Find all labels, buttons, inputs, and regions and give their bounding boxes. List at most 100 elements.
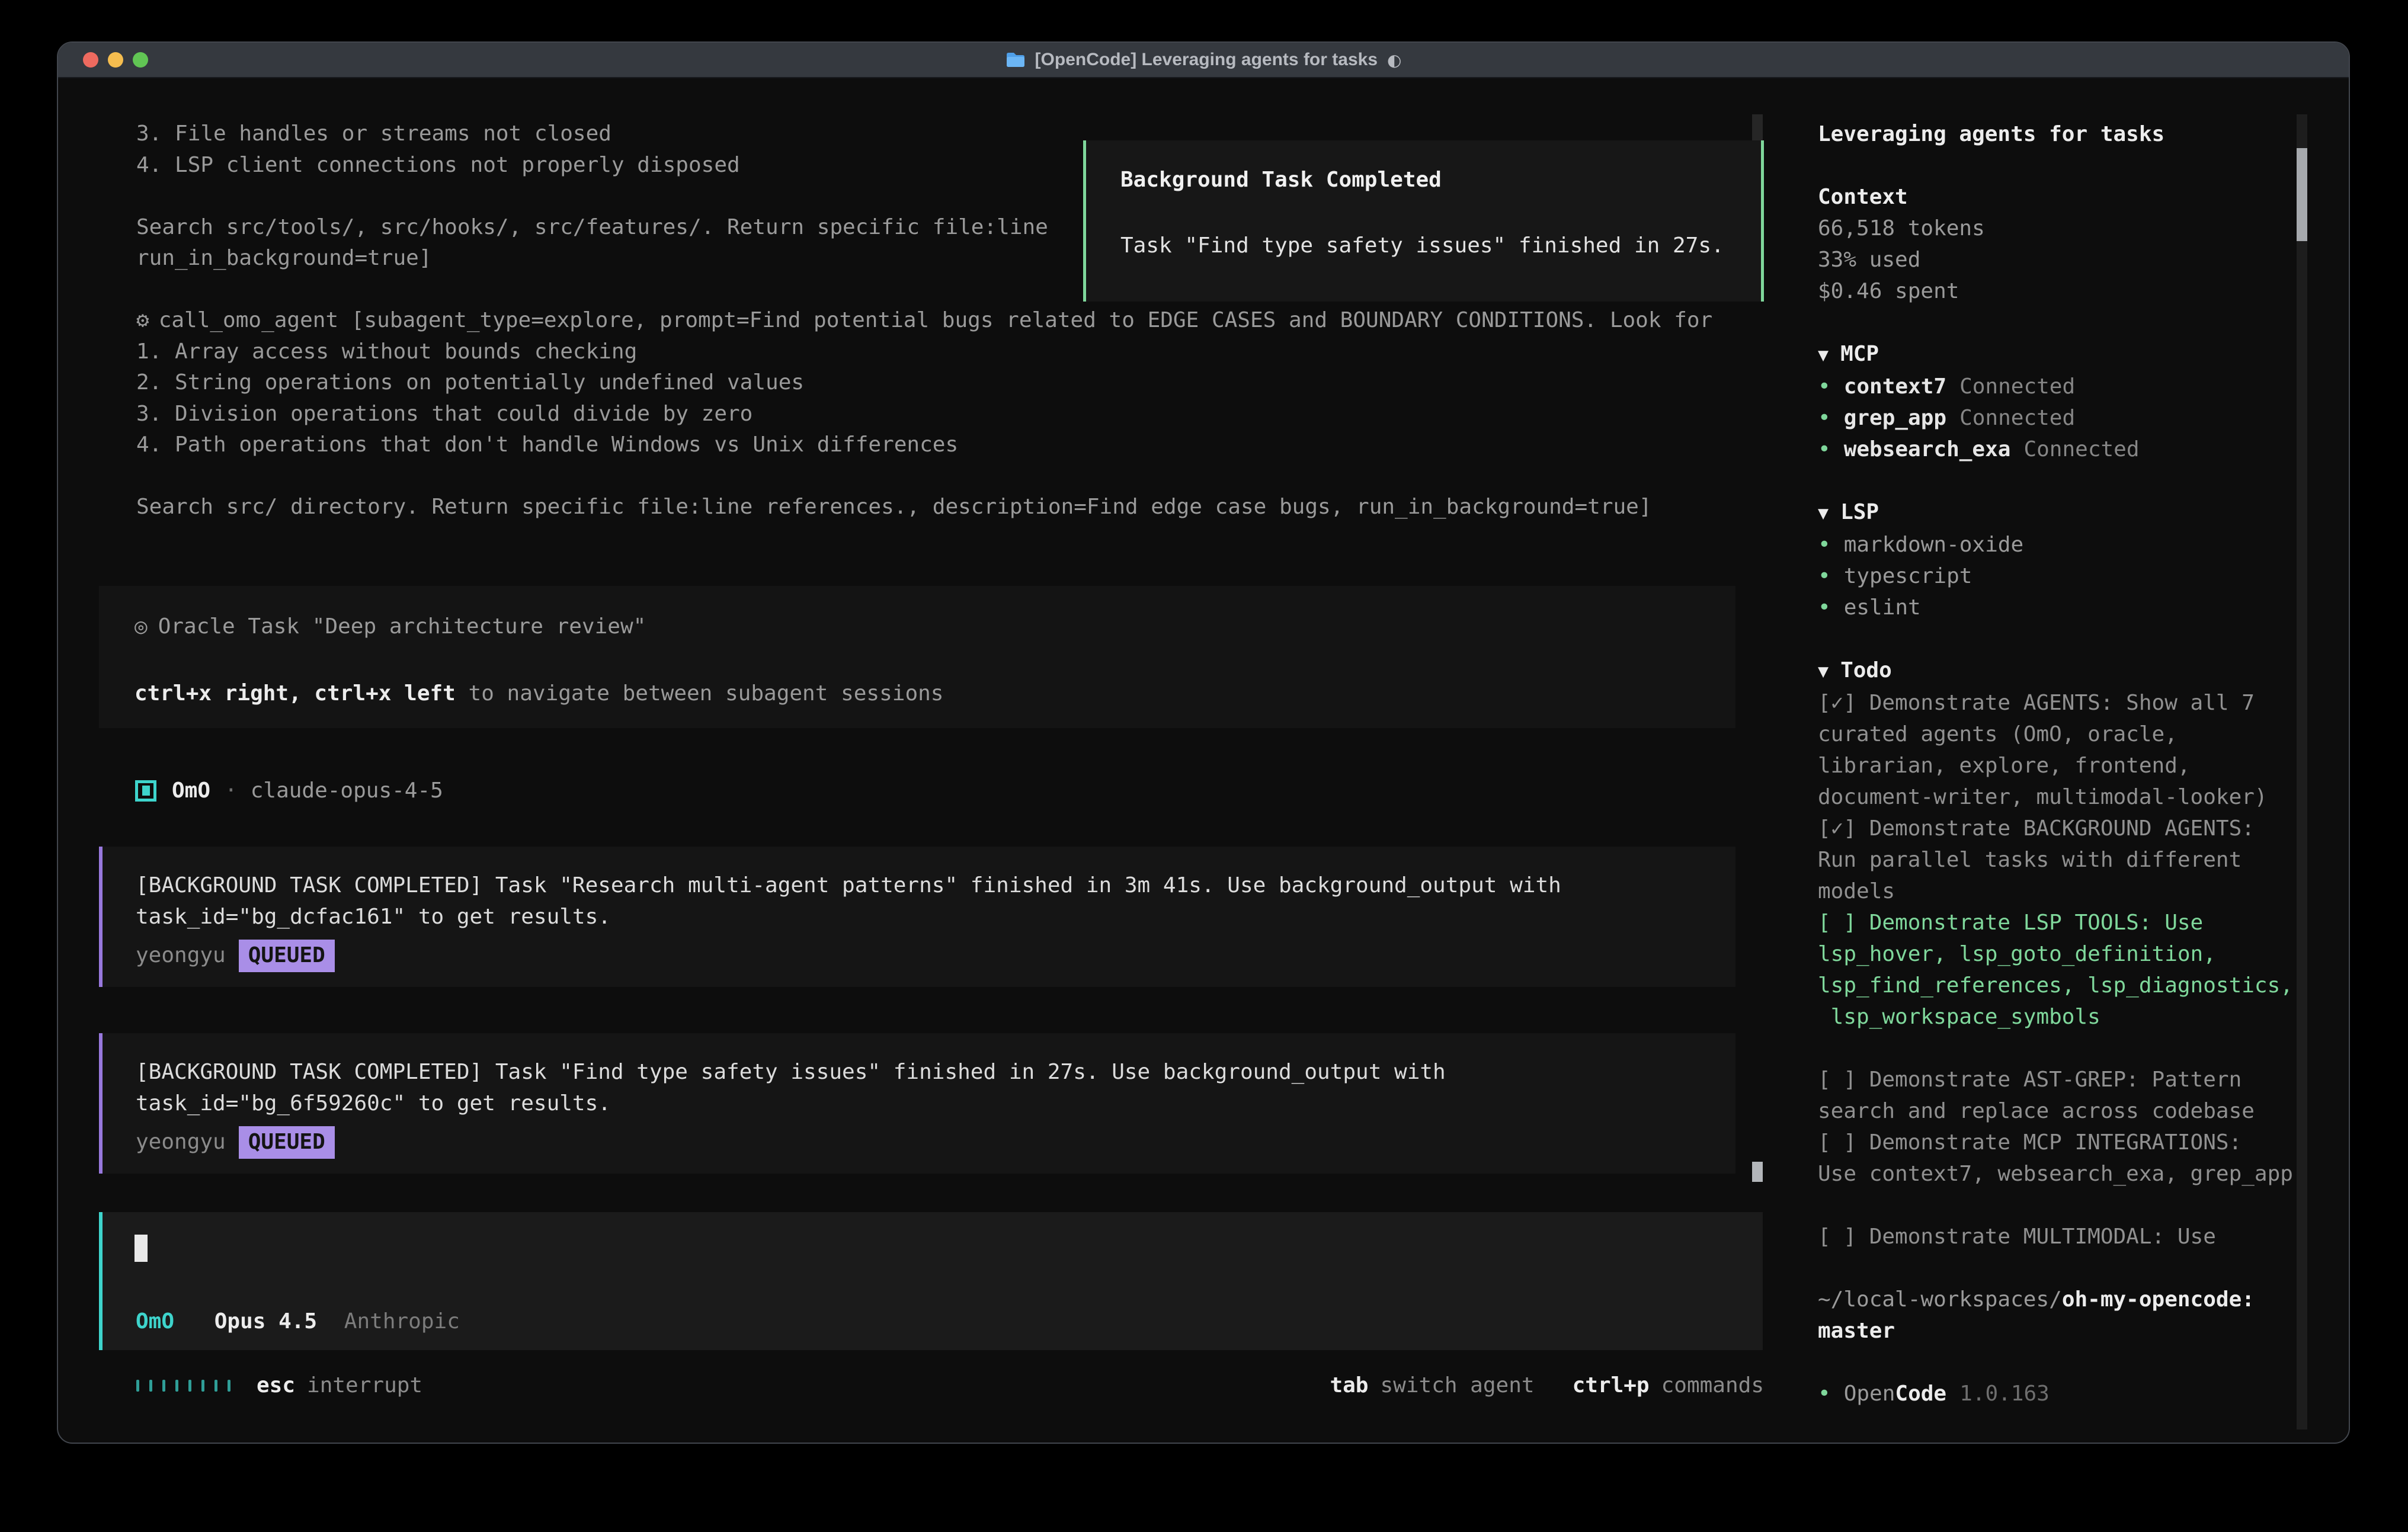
oracle-task-text: Oracle Task "Deep architecture review" (158, 614, 646, 639)
main-scrollbar-thumb[interactable] (1752, 1162, 1763, 1182)
statusbar-left: esc interrupt (136, 1373, 422, 1398)
prompt-input[interactable]: OmO Opus 4.5 Anthropic (99, 1212, 1763, 1350)
tool-call-line: 2. String operations on potentially unde… (136, 367, 1712, 399)
lsp-item: •typescript (1818, 560, 2293, 592)
task-message-line: task_id="bg_dcfac161" to get results. (136, 902, 1735, 933)
bullet-icon: • (1818, 406, 1831, 430)
task-user: yeongyu (136, 940, 226, 972)
todo-item-done: [✓] Demonstrate BACKGROUND AGENTS: Run p… (1818, 813, 2293, 907)
workspace-path: ~/local-workspaces/oh-my-opencode: (1818, 1284, 2293, 1315)
chevron-down-icon: ▼ (1818, 345, 1829, 366)
titlebar: [OpenCode] Leveraging agents for tasks ◐ (58, 43, 2349, 78)
statusbar-right: tab switch agent ctrl+p commands (1330, 1373, 1764, 1398)
gear-icon: ⚙ (136, 308, 149, 332)
tool-call-line: 1. Array access without bounds checking (136, 336, 1712, 368)
todo-item-done: [✓] Demonstrate AGENTS: Show all 7 curat… (1818, 687, 2293, 813)
tool-call-header-text: call_omo_agent [subagent_type=explore, p… (159, 308, 1713, 332)
task-user: yeongyu (136, 1127, 226, 1158)
todo-item-in-progress: [ ] Demonstrate LSP TOOLS: Use lsp_hover… (1818, 907, 2293, 1033)
todo-item-pending: [ ] Demonstrate MCP INTEGRATIONS: Use co… (1818, 1127, 2293, 1190)
agent-header: OmO · claude-opus-4-5 (135, 778, 443, 803)
todo-item-pending: [ ] Demonstrate AST-GREP: Pattern search… (1818, 1064, 2293, 1127)
bullet-icon: • (1818, 595, 1831, 620)
tool-call-line: 4. Path operations that don't handle Win… (136, 430, 1712, 461)
tool-call-line (136, 461, 1712, 492)
separator-dot: · (225, 778, 238, 803)
chevron-down-icon: ▼ (1818, 661, 1829, 682)
zoom-button[interactable] (133, 52, 148, 68)
status-badge: QUEUED (239, 940, 335, 972)
ctrlp-key-hint: ctrl+p (1573, 1373, 1650, 1398)
mcp-item: •context7Connected (1818, 371, 2293, 402)
screen: [OpenCode] Leveraging agents for tasks ◐… (0, 0, 2408, 1532)
esc-key-label: interrupt (307, 1373, 422, 1398)
lsp-section-heading[interactable]: ▼LSP (1818, 496, 2293, 529)
oracle-hint-text: to navigate between subagent sessions (456, 681, 944, 706)
tab-key-hint: tab (1330, 1373, 1368, 1398)
oracle-icon: ◎ (135, 614, 148, 639)
window-title-text: [OpenCode] Leveraging agents for tasks (1035, 50, 1378, 70)
ctrlp-key-label: commands (1661, 1373, 1764, 1398)
background-task-toast: Background Task Completed Task "Find typ… (1083, 140, 1764, 302)
sidebar-scrollbar-thumb[interactable] (2297, 148, 2307, 241)
window-title: [OpenCode] Leveraging agents for tasks ◐ (1006, 50, 1402, 70)
tab-key-label: switch agent (1380, 1373, 1534, 1398)
oracle-hint-keys: ctrl+x right, ctrl+x left (135, 681, 456, 706)
text-cursor (135, 1235, 148, 1262)
bullet-icon: • (1818, 374, 1831, 399)
session-sidebar: Leveraging agents for tasks Context 66,5… (1783, 78, 2349, 1443)
context-spent: $0.46 spent (1818, 275, 2293, 307)
input-agent: OmO (136, 1309, 174, 1334)
agent-model: claude-opus-4-5 (251, 778, 443, 803)
esc-key-hint: esc (257, 1373, 295, 1398)
lsp-item: •markdown-oxide (1818, 529, 2293, 560)
todo-item-pending: [ ] Demonstrate MULTIMODAL: Use (1818, 1221, 2293, 1252)
session-title: Leveraging agents for tasks (1818, 118, 2293, 150)
minimize-button[interactable] (108, 52, 123, 68)
input-model: Opus 4.5 (214, 1309, 317, 1334)
traffic-lights (83, 43, 148, 77)
sidebar-scrollbar-track[interactable] (2297, 114, 2307, 1430)
oracle-hint: ctrl+x right, ctrl+x left to navigate be… (135, 681, 1735, 706)
app-window: [OpenCode] Leveraging agents for tasks ◐… (57, 41, 2350, 1444)
spinner-icon (136, 1380, 230, 1392)
oracle-task-box: ◎Oracle Task "Deep architecture review" … (99, 586, 1735, 728)
close-button[interactable] (83, 52, 98, 68)
terminal-content: 3. File handles or streams not closed 4.… (58, 78, 2349, 1443)
task-message-line: task_id="bg_6f59260c" to get results. (136, 1088, 1735, 1120)
agent-name: OmO (172, 778, 210, 803)
background-task-message: [BACKGROUND TASK COMPLETED] Task "Resear… (99, 847, 1735, 987)
background-task-message: [BACKGROUND TASK COMPLETED] Task "Find t… (99, 1033, 1735, 1174)
context-tokens: 66,518 tokens (1818, 213, 2293, 244)
input-provider: Anthropic (344, 1309, 460, 1334)
bullet-icon: • (1818, 564, 1831, 588)
task-message-line: [BACKGROUND TASK COMPLETED] Task "Find t… (136, 1057, 1735, 1088)
context-used: 33% used (1818, 244, 2293, 275)
toast-title: Background Task Completed (1120, 168, 1761, 192)
workspace-branch: master (1818, 1315, 2293, 1347)
lsp-item: •eslint (1818, 592, 2293, 623)
context-heading: Context (1818, 181, 2293, 213)
bullet-icon: • (1818, 437, 1831, 461)
status-badge: QUEUED (239, 1126, 335, 1159)
toast-body: Task "Find type safety issues" finished … (1120, 233, 1761, 258)
bullet-icon: • (1818, 533, 1831, 557)
half-moon-icon: ◐ (1387, 50, 1401, 70)
bullet-icon: • (1818, 1382, 1831, 1406)
task-meta: yeongyu QUEUED (136, 940, 1735, 972)
todo-section-heading[interactable]: ▼Todo (1818, 655, 2293, 687)
tool-call-header: ⚙ call_omo_agent [subagent_type=explore, … (136, 305, 1712, 336)
sidebar-content: Leveraging agents for tasks Context 66,5… (1818, 118, 2293, 1409)
mcp-item: •grep_appConnected (1818, 402, 2293, 434)
chevron-down-icon: ▼ (1818, 503, 1829, 524)
omo-agent-icon (135, 780, 156, 802)
input-meta: OmO Opus 4.5 Anthropic (136, 1309, 460, 1334)
tool-call-line: 3. Division operations that could divide… (136, 399, 1712, 430)
tool-call-line: Search src/ directory. Return specific f… (136, 492, 1712, 523)
task-meta: yeongyu QUEUED (136, 1126, 1735, 1159)
mcp-section-heading[interactable]: ▼MCP (1818, 338, 2293, 371)
oracle-task-label: ◎ Oracle Task "Deep architecture review" (135, 614, 1735, 639)
mcp-item: •websearch_exaConnected (1818, 434, 2293, 465)
folder-icon (1006, 52, 1026, 68)
opencode-version: •OpenCode1.0.163 (1818, 1378, 2293, 1409)
